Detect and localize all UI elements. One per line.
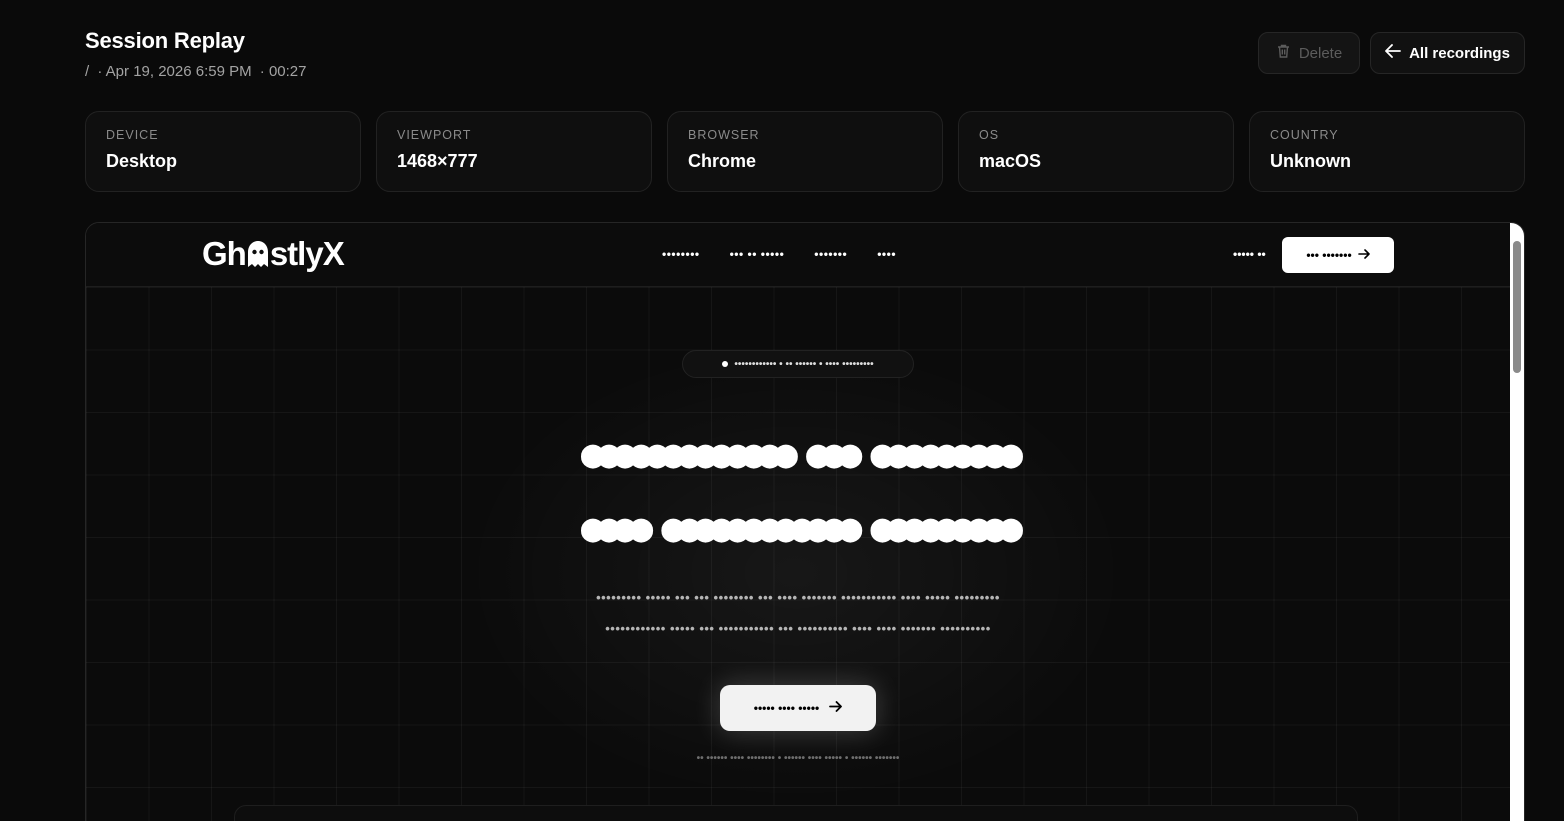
info-card-os: OS macOS bbox=[958, 111, 1234, 192]
replay-viewport[interactable]: Gh stlyX •••••••• ••• •• ••••• ••••••• ••… bbox=[85, 222, 1525, 821]
site-nav-link: ••• •• ••••• bbox=[729, 247, 785, 261]
session-datetime: · Apr 19, 2026 6:59 PM bbox=[97, 63, 252, 80]
info-card-label: OS bbox=[979, 128, 1000, 142]
logo-text-end: stlyX bbox=[269, 235, 345, 272]
site-nav-link: ••••••• bbox=[814, 247, 848, 261]
all-recordings-label: All recordings bbox=[1409, 44, 1510, 62]
hero-cta-button: ••••• •••• ••••• bbox=[720, 685, 876, 731]
site-cta-button: ••• ••••••• bbox=[1282, 237, 1394, 273]
arrow-right-icon bbox=[1357, 248, 1370, 262]
arrow-left-icon bbox=[1385, 44, 1401, 62]
delete-button[interactable]: Delete bbox=[1258, 32, 1360, 74]
site-logo: Gh stlyX bbox=[202, 235, 345, 273]
preview-panel-edge bbox=[234, 805, 1358, 821]
info-card-device: DEVICE Desktop bbox=[85, 111, 361, 192]
announcement-text: •••••••••••• • •• •••••• • •••• ••••••••… bbox=[734, 358, 874, 370]
info-card-label: BROWSER bbox=[688, 128, 760, 142]
site-cta-label: ••• ••••••• bbox=[1306, 248, 1352, 262]
info-card-value: Desktop bbox=[106, 151, 178, 171]
hero-glow bbox=[436, 323, 1156, 821]
info-card-value: Unknown bbox=[1270, 151, 1351, 171]
hero-cta-label: ••••• •••• ••••• bbox=[753, 701, 820, 715]
trash-icon bbox=[1276, 43, 1291, 63]
info-card-value: macOS bbox=[979, 151, 1042, 171]
session-meta: / · Apr 19, 2026 6:59 PM · 00:27 bbox=[85, 63, 310, 80]
hero-subtext-line-1: ••••••••• ••••• ••• ••• •••••••• ••• •••… bbox=[596, 590, 1000, 605]
info-card-viewport: VIEWPORT 1468×777 bbox=[376, 111, 652, 192]
site-nav-link: •••• bbox=[877, 247, 897, 261]
delete-label: Delete bbox=[1298, 44, 1343, 62]
session-replay-page: Session Replay / · Apr 19, 2026 6:59 PM … bbox=[0, 0, 1564, 821]
logo-text-start: Gh bbox=[202, 235, 247, 272]
site-nav-link: •••••••• bbox=[662, 247, 700, 261]
hero-heading-line-2: ●●●● ●●●●●●●●●●●● ●●●●●●●●● bbox=[580, 505, 1023, 551]
hero-footnote: •• •••••• •••• •••••••• • •••••• •••• ••… bbox=[696, 753, 900, 764]
replay-site-navbar: Gh stlyX •••••••• ••• •• ••••• ••••••• ••… bbox=[86, 223, 1510, 287]
arrow-right-icon bbox=[829, 701, 843, 715]
session-duration: · 00:27 bbox=[259, 63, 307, 80]
info-card-value: Chrome bbox=[688, 151, 757, 171]
info-card-browser: BROWSER Chrome bbox=[667, 111, 943, 192]
hero-subtext-line-2: •••••••••••• ••••• ••• ••••••••••• ••• •… bbox=[605, 621, 991, 636]
ghost-icon bbox=[246, 239, 270, 269]
site-nav-links: •••••••• ••• •• ••••• ••••••• •••• bbox=[662, 247, 896, 261]
info-card-label: VIEWPORT bbox=[397, 128, 472, 142]
site-signin-link: ••••• •• bbox=[1233, 247, 1266, 261]
info-card-value: 1468×777 bbox=[397, 151, 478, 171]
replay-scrollbar-thumb[interactable] bbox=[1513, 241, 1521, 373]
announcement-pill: •••••••••••• • •• •••••• • •••• ••••••••… bbox=[682, 350, 914, 378]
info-card-country: COUNTRY Unknown bbox=[1249, 111, 1525, 192]
page-title: Session Replay bbox=[85, 28, 245, 53]
all-recordings-button[interactable]: All recordings bbox=[1370, 32, 1525, 74]
hero-heading-line-1: ●●●●●●●●●●●●● ●●● ●●●●●●●●● bbox=[580, 431, 1023, 477]
info-card-label: COUNTRY bbox=[1270, 128, 1339, 142]
info-card-label: DEVICE bbox=[106, 128, 159, 142]
breadcrumb-separator: / bbox=[85, 63, 90, 80]
status-dot bbox=[722, 361, 729, 367]
